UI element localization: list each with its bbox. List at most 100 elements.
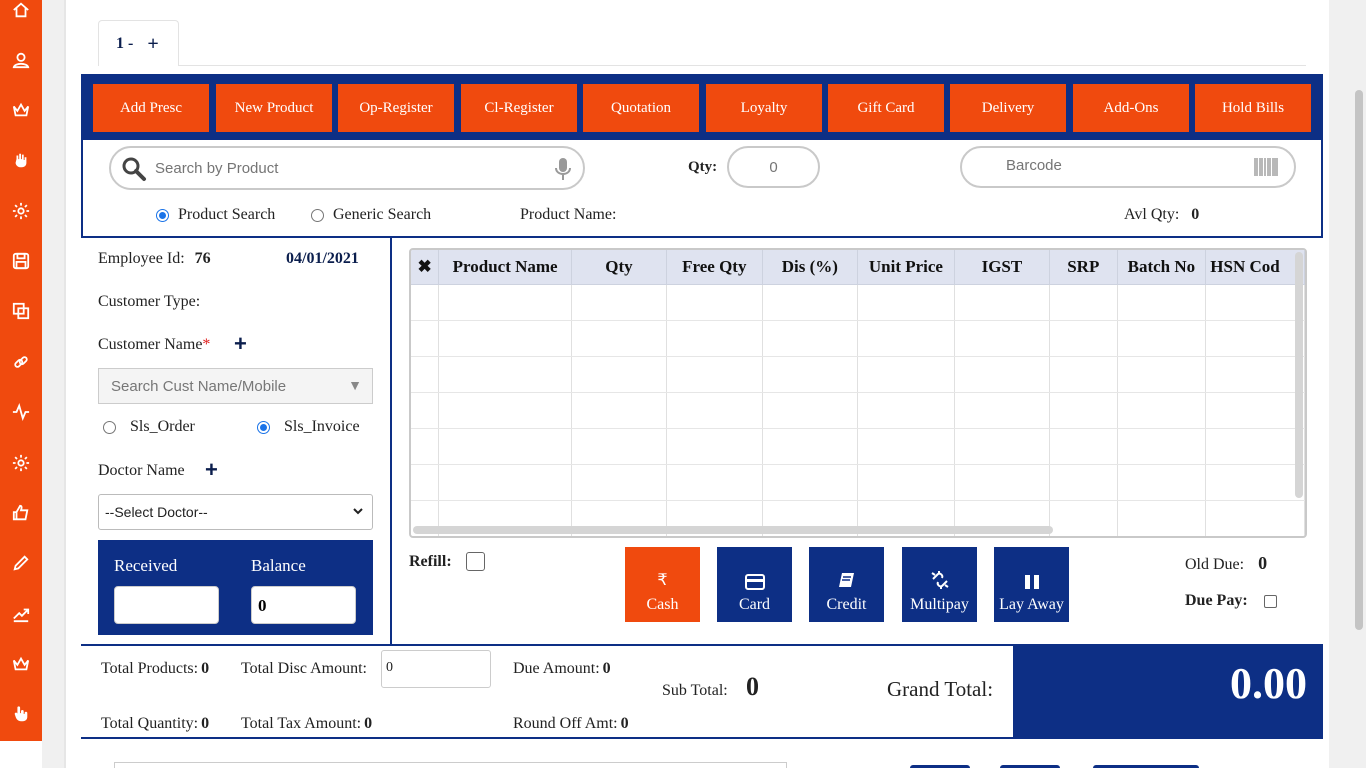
- table-cell[interactable]: [954, 428, 1051, 465]
- table-cell[interactable]: [571, 284, 668, 321]
- multipay-button[interactable]: Multipay: [902, 547, 977, 622]
- total-disc-input[interactable]: 0: [381, 650, 491, 688]
- sls-invoice-radio[interactable]: [257, 420, 270, 434]
- table-cell[interactable]: [1049, 428, 1118, 465]
- crown-icon[interactable]: [8, 97, 34, 123]
- received-input[interactable]: [114, 586, 219, 624]
- cash-button[interactable]: ₹ Cash: [625, 547, 700, 622]
- user-icon[interactable]: [8, 47, 34, 73]
- table-cell[interactable]: [1049, 284, 1118, 321]
- crown-icon[interactable]: [8, 651, 34, 677]
- trend-icon[interactable]: [8, 601, 34, 627]
- save-icon[interactable]: [8, 248, 34, 274]
- link-icon[interactable]: [8, 349, 34, 375]
- table-cell[interactable]: [857, 392, 955, 429]
- table-cell[interactable]: [571, 428, 668, 465]
- table-cell[interactable]: [1049, 500, 1118, 536]
- table-cell[interactable]: [666, 320, 763, 357]
- table-cell[interactable]: [666, 428, 763, 465]
- table-cell[interactable]: [1205, 356, 1305, 393]
- op-register-button[interactable]: Op-Register: [338, 84, 454, 132]
- table-cell[interactable]: [411, 392, 440, 429]
- loyalty-button[interactable]: Loyalty: [706, 84, 822, 132]
- microphone-icon[interactable]: [555, 157, 571, 181]
- table-row[interactable]: [411, 464, 1305, 501]
- table-cell[interactable]: [666, 356, 763, 393]
- table-cell[interactable]: [1205, 320, 1305, 357]
- settings-icon[interactable]: [8, 450, 34, 476]
- add-tab-icon[interactable]: +: [147, 34, 158, 54]
- table-cell[interactable]: [1205, 392, 1305, 429]
- settings-icon[interactable]: [8, 198, 34, 224]
- table-cell[interactable]: [1049, 464, 1118, 501]
- table-cell[interactable]: [1049, 392, 1118, 429]
- generic-search-option[interactable]: Generic Search: [311, 206, 431, 224]
- barcode-input[interactable]: [1006, 157, 1206, 174]
- sls-order-option[interactable]: Sls_Order: [103, 418, 195, 436]
- table-cell[interactable]: [571, 392, 668, 429]
- tab-bill-1[interactable]: 1 - +: [98, 20, 179, 66]
- table-cell[interactable]: [954, 392, 1051, 429]
- table-cell[interactable]: [571, 464, 668, 501]
- doctor-select[interactable]: --Select Doctor--: [98, 494, 373, 530]
- lay-away-button[interactable]: Lay Away: [994, 547, 1069, 622]
- sls-order-radio[interactable]: [103, 420, 116, 434]
- balance-input[interactable]: 0: [251, 586, 356, 624]
- table-cell[interactable]: [857, 428, 955, 465]
- table-cell[interactable]: [954, 284, 1051, 321]
- delivery-button[interactable]: Delivery: [950, 84, 1066, 132]
- hand-icon[interactable]: [8, 147, 34, 173]
- add-customer-icon[interactable]: +: [234, 331, 247, 357]
- table-cell[interactable]: [1049, 356, 1118, 393]
- table-cell[interactable]: [411, 356, 440, 393]
- grid-vertical-scrollbar[interactable]: [1295, 252, 1303, 498]
- table-cell[interactable]: [1117, 500, 1207, 536]
- table-row[interactable]: [411, 356, 1305, 393]
- table-cell[interactable]: [438, 320, 572, 357]
- table-cell[interactable]: [438, 428, 572, 465]
- table-cell[interactable]: [411, 428, 440, 465]
- table-cell[interactable]: [1117, 284, 1207, 321]
- due-pay-checkbox[interactable]: [1263, 594, 1277, 608]
- table-cell[interactable]: [411, 284, 440, 321]
- gift-card-button[interactable]: Gift Card: [828, 84, 944, 132]
- table-cell[interactable]: [1117, 392, 1207, 429]
- table-cell[interactable]: [411, 464, 440, 501]
- table-cell[interactable]: [438, 392, 572, 429]
- hand-point-icon[interactable]: [8, 701, 34, 727]
- table-cell[interactable]: [438, 356, 572, 393]
- grid-horizontal-scrollbar[interactable]: [413, 526, 1053, 534]
- table-cell[interactable]: [1205, 464, 1305, 501]
- table-cell[interactable]: [762, 428, 859, 465]
- copy-icon[interactable]: [8, 298, 34, 324]
- add-ons-button[interactable]: Add-Ons: [1073, 84, 1189, 132]
- quotation-button[interactable]: Quotation: [583, 84, 699, 132]
- table-row[interactable]: [411, 392, 1305, 429]
- table-cell[interactable]: [1117, 320, 1207, 357]
- table-row[interactable]: [411, 428, 1305, 465]
- add-doctor-icon[interactable]: +: [205, 457, 218, 483]
- table-cell[interactable]: [1117, 464, 1207, 501]
- table-cell[interactable]: [1205, 428, 1305, 465]
- generic-search-radio[interactable]: [311, 208, 324, 222]
- table-cell[interactable]: [571, 356, 668, 393]
- table-cell[interactable]: [762, 356, 859, 393]
- credit-button[interactable]: Credit: [809, 547, 884, 622]
- pencil-icon[interactable]: [8, 550, 34, 576]
- table-cell[interactable]: [411, 320, 440, 357]
- card-button[interactable]: Card: [717, 547, 792, 622]
- pulse-icon[interactable]: [8, 399, 34, 425]
- qty-input[interactable]: [727, 146, 820, 188]
- table-cell[interactable]: [762, 320, 859, 357]
- table-cell[interactable]: [1205, 284, 1305, 321]
- table-cell[interactable]: [666, 392, 763, 429]
- add-presc-button[interactable]: Add Presc: [93, 84, 209, 132]
- table-cell[interactable]: [666, 464, 763, 501]
- product-search-radio[interactable]: [156, 208, 169, 222]
- table-cell[interactable]: [438, 464, 572, 501]
- table-cell[interactable]: [857, 320, 955, 357]
- table-row[interactable]: [411, 320, 1305, 357]
- table-row[interactable]: [411, 284, 1305, 321]
- table-cell[interactable]: [1205, 500, 1305, 536]
- clear-rows-icon[interactable]: ✖: [411, 250, 440, 285]
